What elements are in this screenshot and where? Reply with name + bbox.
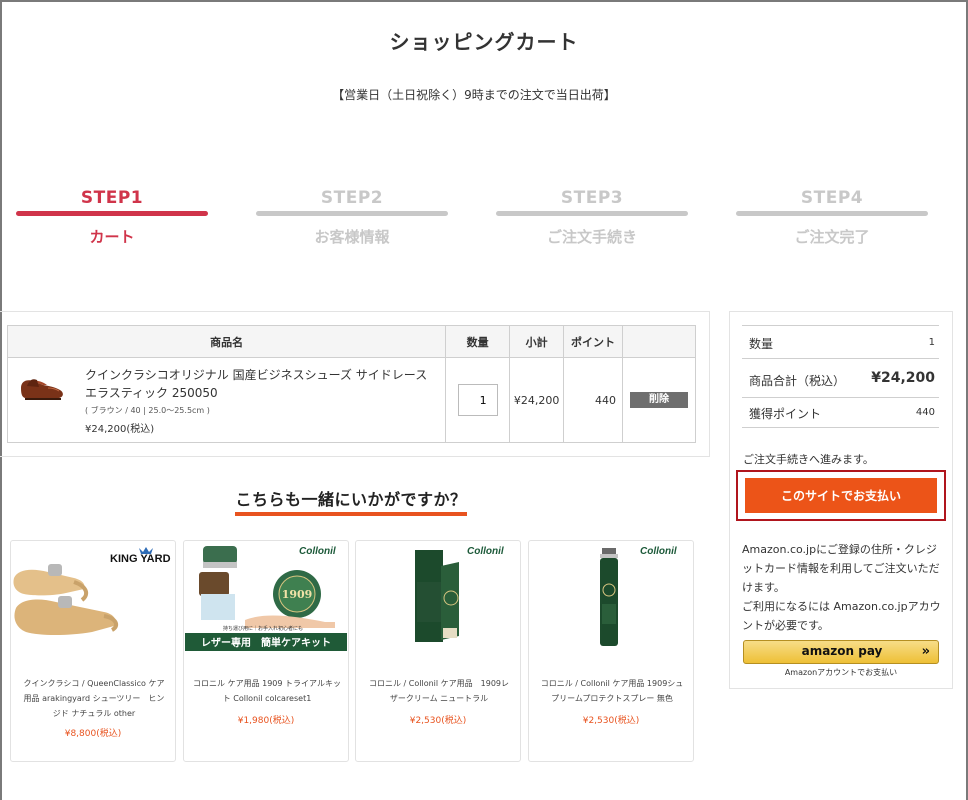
step-label: お客様情報	[314, 228, 390, 246]
summary-total-value: ¥24,200	[871, 370, 935, 386]
amazon-pay-info-2: ご利用になるには Amazon.co.jpアカウントが必要です。	[742, 600, 941, 632]
recommend-product-price: ¥8,800(税込)	[64, 729, 122, 739]
amazon-pay-info: Amazon.co.jpにご登録の住所・クレジットカード情報を利用してご注文いた…	[742, 540, 942, 635]
recommend-card[interactable]: Collonil コロニル / Collonil ケア用品 1909レザークリー…	[355, 540, 521, 762]
col-header-subtotal: 小計	[509, 325, 565, 358]
recommend-card[interactable]: KING YARD クインクラシコ / QueenClassico ケア用品 a…	[10, 540, 176, 762]
summary-row-points: 獲得ポイント 440	[742, 397, 939, 427]
qty-cell	[445, 357, 511, 443]
summary-row-total: 商品合計（税込） ¥24,200	[742, 358, 939, 397]
step-progress-bar	[256, 211, 448, 216]
action-cell: 削除	[622, 357, 696, 443]
recommend-product-price: ¥2,530(税込)	[582, 716, 640, 726]
step-label: ご注文完了	[794, 228, 870, 246]
points-cell: 440	[563, 357, 623, 443]
step-progress-bar	[16, 211, 208, 216]
amazon-pay-caption: Amazonアカウントでお支払い	[784, 668, 898, 677]
step-label: ご注文手続き	[546, 228, 637, 246]
summary-divider	[742, 427, 939, 428]
summary-row-qty: 数量 1	[742, 325, 939, 358]
chevron-right-icon: »	[921, 644, 930, 659]
product-image-leather-cream[interactable]: Collonil	[357, 542, 519, 651]
cart-table: 商品名 数量 小計 ポイント クインクラシコオリジナル 国産ビジネスシューズ サ…	[6, 325, 696, 443]
summary-label: 商品合計（税込）	[749, 374, 846, 388]
step-progress-bar	[736, 211, 928, 216]
step-3: STEP3 ご注文手続き	[496, 186, 688, 247]
product-info: クインクラシコオリジナル 国産ビジネスシューズ サイドレース エラスティック 2…	[85, 366, 437, 435]
step-4: STEP4 ご注文完了	[736, 186, 928, 247]
product-image-shoe-tree[interactable]: KING YARD	[12, 542, 174, 651]
kit-sub-banner: 持ち運び用に｜お手入れ初心者にも	[223, 625, 303, 632]
recommend-product-name[interactable]: クインクラシコ / QueenClassico ケア用品 arakingyard…	[21, 676, 167, 721]
summary-label: 数量	[749, 337, 774, 351]
summary-value: 440	[915, 407, 935, 418]
col-header-qty: 数量	[445, 325, 511, 358]
quantity-input[interactable]	[457, 384, 498, 416]
cart-item-row: クインクラシコオリジナル 国産ビジネスシューズ サイドレース エラスティック 2…	[6, 357, 696, 443]
tin-label: 1909	[282, 588, 313, 601]
pay-button-frame: このサイトでお支払い	[736, 470, 946, 521]
step-number: STEP3	[560, 188, 624, 208]
recommend-product-name[interactable]: コロニル / Collonil ケア用品 1909レザークリーム ニュートラル	[366, 676, 512, 706]
page-title: ショッピングカート	[389, 30, 579, 54]
step-number: STEP2	[320, 188, 384, 208]
recommend-product-price: ¥2,530(税込)	[409, 716, 467, 726]
summary-label: 獲得ポイント	[749, 407, 822, 421]
recommend-product-name[interactable]: コロニル / Collonil ケア用品 1909シュプリームプロテクトスプレー…	[539, 676, 685, 706]
amazon-pay-logo: amazon pay	[801, 644, 883, 658]
brand-logo-collonil: Collonil	[299, 546, 336, 557]
recommend-card[interactable]: Collonil 1909 持ち運び用に｜お手入れ初心者にも レザー専用 簡単ケ…	[183, 540, 349, 762]
product-unit-price: ¥24,200(税込)	[85, 423, 155, 435]
product-name-link[interactable]: クインクラシコオリジナル 国産ビジネスシューズ サイドレース エラスティック 2…	[85, 366, 437, 402]
delete-button[interactable]: 削除	[630, 392, 688, 408]
shipping-notice: 【営業日（土日祝除く）9時までの注文で当日出荷】	[332, 88, 616, 102]
pay-on-site-button[interactable]: このサイトでお支払い	[745, 478, 937, 513]
order-summary: 数量 1 商品合計（税込） ¥24,200 獲得ポイント 440 ご注文手続きへ…	[729, 311, 953, 689]
brand-logo-collonil: Collonil	[467, 546, 504, 557]
kit-banner: レザー専用 簡単ケアキット	[201, 636, 331, 649]
proceed-text: ご注文手続きへ進みます。	[743, 453, 874, 466]
checkout-steps: STEP1 カート STEP2 お客様情報 STEP3 ご注文手続き STEP4…	[16, 186, 936, 250]
col-header-action	[622, 325, 696, 358]
recommend-product-price: ¥1,980(税込)	[237, 716, 295, 726]
step-1: STEP1 カート	[16, 186, 208, 247]
product-variant: ( ブラウン / 40 | 25.0～25.5cm )	[85, 405, 210, 415]
brand-logo-collonil: Collonil	[640, 546, 677, 557]
product-cell: クインクラシコオリジナル 国産ビジネスシューズ サイドレース エラスティック 2…	[6, 357, 447, 443]
subtotal-cell: ¥24,200	[509, 357, 565, 443]
recommend-product-name[interactable]: コロニル ケア用品 1909 トライアルキット Collonil colcare…	[192, 676, 342, 706]
step-label: カート	[89, 228, 135, 246]
product-image-shoe[interactable]	[18, 366, 66, 406]
step-2: STEP2 お客様情報	[256, 186, 448, 247]
recommend-card[interactable]: Collonil コロニル / Collonil ケア用品 1909シュプリーム…	[528, 540, 694, 762]
step-number: STEP1	[80, 188, 144, 208]
amazon-pay-button[interactable]: amazon pay »	[743, 640, 939, 664]
brand-logo-kingyard: KING YARD	[110, 553, 171, 565]
step-number: STEP4	[800, 188, 864, 208]
summary-value: 1	[928, 337, 935, 348]
product-image-protect-spray[interactable]: Collonil	[530, 542, 692, 651]
cart-header-row: 商品名 数量 小計 ポイント	[6, 325, 696, 358]
product-image-care-kit[interactable]: Collonil 1909 持ち運び用に｜お手入れ初心者にも レザー専用 簡単ケ…	[185, 542, 347, 651]
amazon-pay-info-1: Amazon.co.jpにご登録の住所・クレジットカード情報を利用してご注文いた…	[742, 543, 940, 594]
col-header-points: ポイント	[563, 325, 623, 358]
recommend-heading: こちらも一緒にいかがですか？	[0, 486, 702, 516]
step-progress-bar	[496, 211, 688, 216]
col-header-product: 商品名	[6, 325, 447, 358]
